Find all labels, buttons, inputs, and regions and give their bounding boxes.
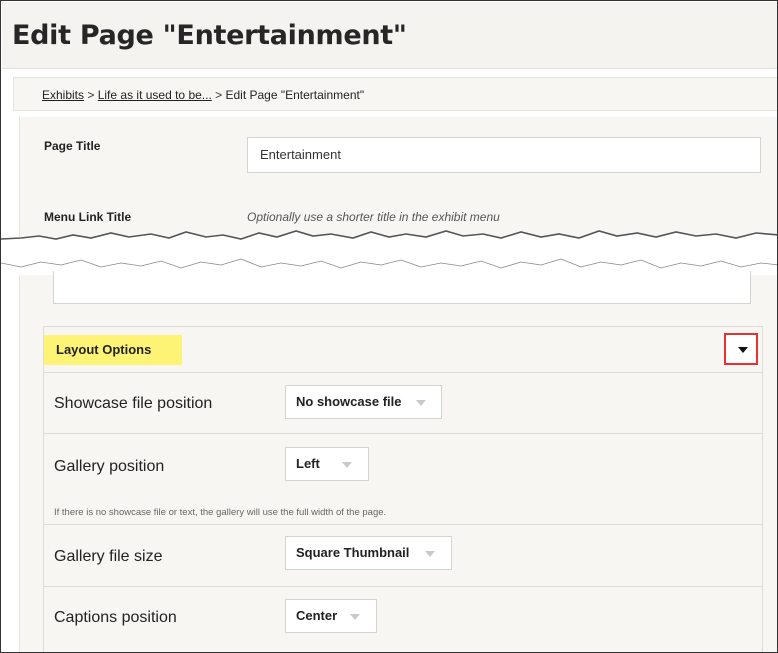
showcase-file-position-label: Showcase file position [54, 395, 213, 412]
gallery-position-help: If there is no showcase file or text, th… [54, 507, 387, 518]
breadcrumb-link-exhibit[interactable]: Life as it used to be... [98, 88, 212, 102]
page-header: Edit Page "Entertainment" [2, 2, 777, 69]
captions-position-value: Center [296, 608, 338, 623]
torn-page-effect [1, 230, 777, 269]
breadcrumb-separator: > [87, 88, 98, 102]
breadcrumb-link-exhibits[interactable]: Exhibits [42, 88, 84, 102]
chevron-down-icon [416, 400, 426, 406]
gallery-position-value: Left [296, 456, 320, 471]
chevron-down-icon [342, 462, 352, 468]
gallery-file-size-label: Gallery file size [54, 548, 163, 565]
breadcrumb-current: Edit Page "Entertainment" [225, 88, 365, 102]
gallery-position-select[interactable]: Left [285, 447, 369, 481]
layout-options-toggle-button[interactable] [724, 333, 758, 365]
page-title: Edit Page "Entertainment" [12, 20, 407, 51]
gallery-file-size-select[interactable]: Square Thumbnail [285, 536, 452, 570]
screenshot-frame: Edit Page "Entertainment" Exhibits > Lif… [0, 0, 778, 653]
layout-option-row: Showcase file position No showcase file [44, 372, 762, 434]
layout-options-title: Layout Options [44, 335, 182, 365]
breadcrumb: Exhibits > Life as it used to be... > Ed… [13, 77, 777, 111]
layout-option-row: Gallery position Left If there is no sho… [44, 434, 762, 525]
layout-option-row: Gallery file size Square Thumbnail [44, 525, 762, 587]
captions-position-select[interactable]: Center [285, 599, 377, 633]
showcase-file-position-select[interactable]: No showcase file [285, 385, 442, 419]
chevron-down-icon [425, 551, 435, 557]
page-title-label: Page Title [44, 139, 101, 153]
layout-option-row: Captions position Center [44, 587, 762, 652]
caret-down-icon [738, 347, 748, 353]
captions-position-label: Captions position [54, 609, 177, 626]
gallery-file-size-value: Square Thumbnail [296, 545, 410, 560]
menu-link-title-input[interactable] [53, 271, 751, 304]
chevron-down-icon [350, 614, 360, 620]
layout-options-header: Layout Options [44, 327, 762, 373]
page-title-input[interactable]: Entertainment [247, 137, 761, 173]
gallery-position-label: Gallery position [54, 458, 165, 475]
layout-options-panel: Layout Options Showcase file position No… [43, 326, 763, 652]
breadcrumb-separator: > [215, 88, 226, 102]
showcase-file-position-value: No showcase file [296, 394, 402, 409]
